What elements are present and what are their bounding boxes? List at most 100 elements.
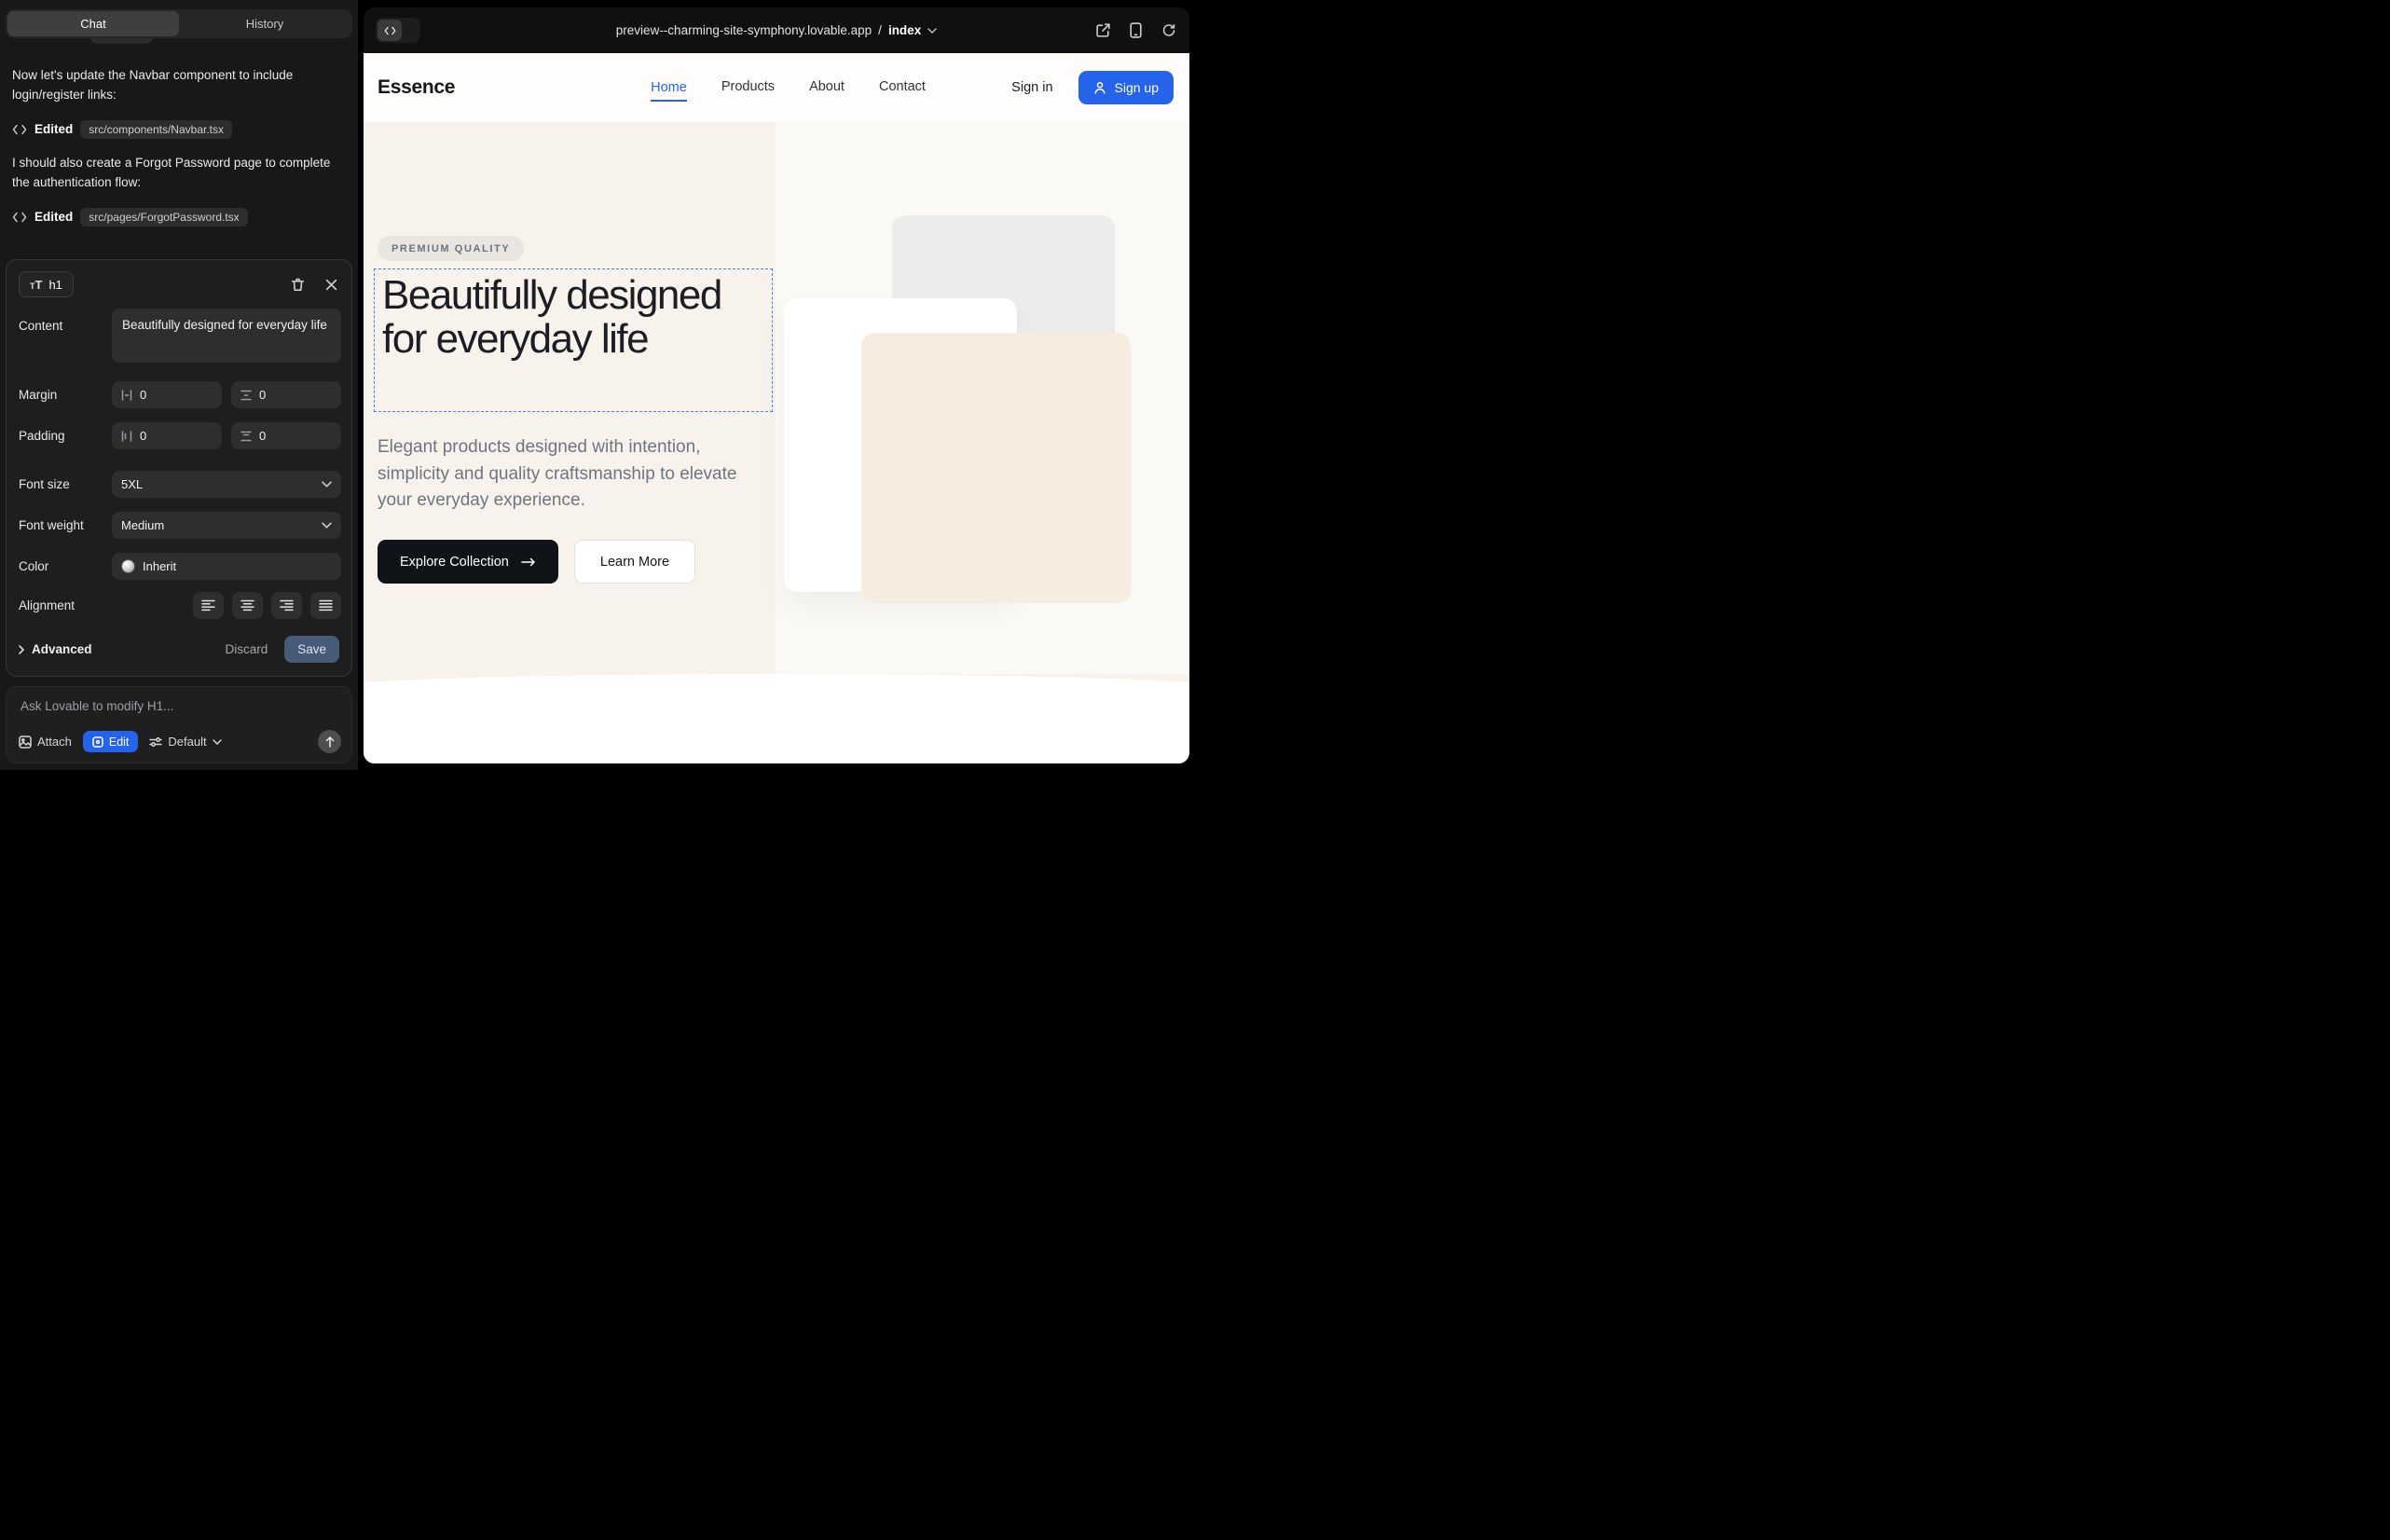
align-center-button[interactable]	[232, 592, 263, 619]
edited-file-pill[interactable]: src/pages/ForgotPassword.tsx	[80, 208, 247, 227]
nav-link-products[interactable]: Products	[721, 79, 775, 96]
decorative-card-beige	[861, 333, 1131, 603]
discard-button[interactable]: Discard	[225, 642, 268, 656]
alignment-buttons	[193, 592, 341, 619]
margin-x-field	[112, 381, 222, 408]
tab-chat[interactable]: Chat	[7, 11, 179, 36]
trash-icon	[291, 278, 305, 292]
align-center-icon	[240, 599, 254, 612]
chevron-down-icon	[927, 28, 937, 34]
element-inspector: TT h1 Content Beautifully designed for	[6, 259, 352, 677]
content-input[interactable]: Beautifully designed for everyday life	[122, 316, 331, 355]
code-icon	[12, 212, 27, 223]
inspector-header: TT h1	[19, 271, 339, 297]
margin-y-input[interactable]	[259, 388, 332, 402]
hero-section: PREMIUM QUALITY Beautifully designed for…	[364, 122, 1189, 763]
chevron-down-icon	[322, 522, 332, 529]
alignment-row: Alignment	[19, 592, 341, 619]
padding-y-field	[231, 422, 341, 449]
refresh-button[interactable]	[1159, 21, 1177, 40]
device-preview-button[interactable]	[1128, 21, 1144, 40]
hero-paragraph: Elegant products designed with intention…	[378, 434, 763, 515]
padding-y-input[interactable]	[259, 429, 332, 443]
edited-label: Edited	[34, 122, 73, 136]
nav-link-contact[interactable]: Contact	[879, 79, 926, 96]
edit-label: Edit	[109, 736, 130, 749]
advanced-label: Advanced	[32, 642, 92, 656]
open-in-new-tab-button[interactable]	[1093, 21, 1113, 40]
default-mode-button[interactable]: Default	[149, 735, 221, 749]
site-brand[interactable]: Essence	[378, 76, 455, 99]
chevron-down-icon	[213, 739, 222, 745]
align-left-icon	[201, 599, 215, 612]
advanced-toggle[interactable]: Advanced	[19, 642, 92, 656]
send-button[interactable]	[318, 730, 341, 753]
padding-label: Padding	[19, 422, 112, 449]
edited-label: Edited	[34, 210, 73, 224]
sign-up-label: Sign up	[1115, 80, 1159, 95]
margin-x-input[interactable]	[140, 388, 213, 402]
selected-element-pill[interactable]: TT h1	[19, 271, 74, 297]
mobile-device-icon	[1130, 22, 1142, 38]
inspector-actions	[289, 276, 339, 294]
align-right-icon	[280, 599, 294, 612]
attach-button[interactable]: Attach	[19, 735, 72, 749]
selected-heading-outline[interactable]: Beautifully designed for everyday life	[374, 268, 773, 412]
arrow-up-icon	[325, 736, 335, 748]
align-left-button[interactable]	[193, 592, 224, 619]
code-view-toggle[interactable]	[376, 18, 420, 43]
hero-bottom-background	[364, 674, 1189, 763]
chat-sidebar: Chat History Now let's update the Navbar…	[0, 0, 358, 770]
font-weight-label: Font weight	[19, 512, 112, 539]
font-size-value: 5XL	[121, 477, 143, 491]
content-label: Content	[19, 309, 112, 363]
chat-message-list: Now let's update the Navbar component to…	[12, 60, 348, 241]
color-select[interactable]: Inherit	[112, 553, 341, 580]
sign-in-link[interactable]: Sign in	[1011, 80, 1052, 95]
padding-horizontal-icon	[121, 431, 132, 442]
attach-label: Attach	[37, 735, 72, 749]
font-weight-select[interactable]: Medium	[112, 512, 341, 539]
premium-quality-badge: PREMIUM QUALITY	[378, 236, 524, 261]
hero-heading[interactable]: Beautifully designed for everyday life	[375, 269, 772, 364]
color-swatch-icon	[121, 559, 135, 573]
edit-select-icon	[92, 736, 103, 748]
site-nav-links: Home Products About Contact	[651, 79, 926, 96]
save-button[interactable]: Save	[284, 636, 339, 663]
code-icon	[12, 124, 27, 135]
font-size-select[interactable]: 5XL	[112, 471, 341, 498]
url-host: preview--charming-site-symphony.lovable.…	[616, 23, 872, 37]
chat-input[interactable]	[21, 699, 328, 713]
explore-collection-button[interactable]: Explore Collection	[378, 540, 558, 584]
close-inspector-button[interactable]	[323, 276, 339, 294]
person-icon	[1093, 81, 1106, 94]
delete-element-button[interactable]	[289, 276, 307, 294]
margin-label: Margin	[19, 381, 112, 408]
font-weight-row: Font weight Medium	[19, 512, 341, 539]
edit-mode-button[interactable]: Edit	[83, 731, 139, 752]
assistant-message: I should also create a Forgot Password p…	[12, 154, 348, 193]
browser-preview-window: preview--charming-site-symphony.lovable.…	[364, 7, 1189, 763]
learn-more-button[interactable]: Learn More	[574, 540, 695, 584]
tab-history[interactable]: History	[179, 11, 350, 36]
refresh-icon	[1161, 23, 1175, 38]
typography-icon: TT	[30, 278, 42, 292]
edited-file-pill[interactable]: src/components/Navbar.tsx	[80, 120, 232, 139]
margin-horizontal-icon	[121, 390, 132, 401]
nav-link-about[interactable]: About	[809, 79, 845, 96]
margin-row: Margin	[19, 381, 341, 408]
edited-file-row: Edited src/components/Navbar.tsx	[12, 120, 348, 139]
color-row: Color Inherit	[19, 553, 341, 580]
close-icon	[325, 279, 337, 291]
sliders-icon	[149, 736, 162, 748]
assistant-message: Now let's update the Navbar component to…	[12, 66, 348, 105]
url-bar[interactable]: preview--charming-site-symphony.lovable.…	[364, 7, 1189, 53]
sign-up-button[interactable]: Sign up	[1078, 71, 1174, 104]
padding-x-input[interactable]	[140, 429, 213, 443]
padding-x-field	[112, 422, 222, 449]
chat-composer: Attach Edit Default	[6, 686, 352, 763]
align-justify-button[interactable]	[310, 592, 341, 619]
nav-link-home[interactable]: Home	[651, 80, 687, 102]
align-right-button[interactable]	[271, 592, 302, 619]
app-root: Chat History Now let's update the Navbar…	[0, 0, 1195, 770]
